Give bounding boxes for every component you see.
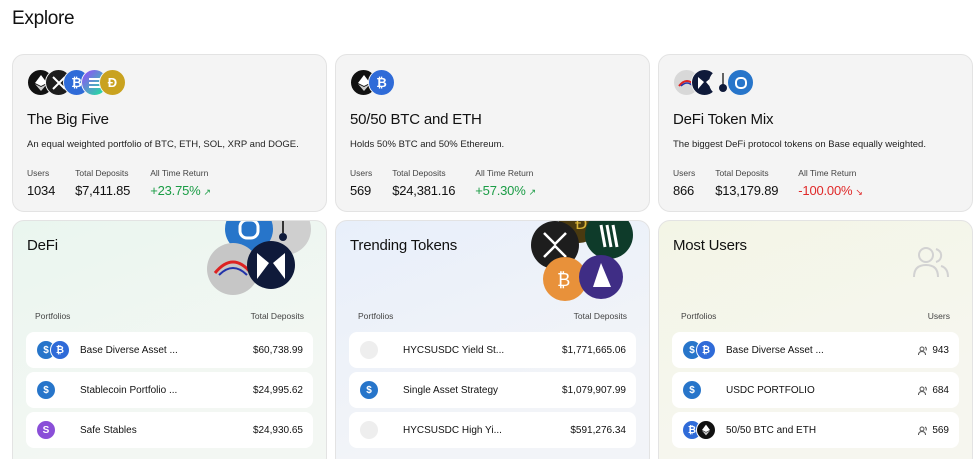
doge-icon: Ð bbox=[99, 69, 126, 96]
column-header-users: Users bbox=[927, 311, 950, 321]
users-group-icon bbox=[913, 247, 949, 278]
portfolio-name: Base Diverse Asset ... bbox=[726, 344, 824, 356]
users-icon bbox=[918, 426, 928, 435]
usdc-icon: $ bbox=[682, 380, 702, 400]
portfolio-name: 50/50 BTC and ETH bbox=[726, 424, 817, 436]
placeholder-token-icon bbox=[359, 420, 379, 440]
trend-up-icon: ↗ bbox=[203, 187, 212, 197]
token-icons: ₿ bbox=[350, 69, 395, 97]
card-title: 50/50 BTC and ETH bbox=[350, 111, 482, 128]
portfolio-card-big-five[interactable]: ₿ Ð The Big Five An equal weighted portf… bbox=[12, 54, 327, 212]
column-header-portfolios: Portfolios bbox=[681, 311, 717, 321]
users-icon bbox=[918, 346, 928, 355]
svg-text:₿: ₿ bbox=[557, 270, 570, 291]
deposit-value: $1,079,907.99 bbox=[562, 384, 626, 396]
category-card-most-users[interactable]: Most Users Portfolios Users $ ₿ Base Dive… bbox=[658, 220, 973, 459]
card-stats: Users 569 Total Deposits $24,381.16 All Ti… bbox=[350, 168, 556, 198]
portfolio-card-btc-eth[interactable]: ₿ 50/50 BTC and ETH Holds 50% BTC and 50… bbox=[335, 54, 650, 212]
return-value: +23.75% bbox=[150, 183, 201, 198]
category-title: Trending Tokens bbox=[350, 237, 458, 254]
portfolio-name: Base Diverse Asset ... bbox=[80, 344, 178, 356]
portfolio-name: USDC PORTFOLIO bbox=[726, 384, 815, 396]
token-icons: ₿ Ð bbox=[27, 69, 126, 97]
btc-icon: ₿ bbox=[696, 340, 716, 360]
deposits-label: Total Deposits bbox=[392, 168, 446, 178]
usdc-icon: $ bbox=[36, 380, 56, 400]
usdc-icon: $ bbox=[359, 380, 379, 400]
portfolio-name: Stablecoin Portfolio ... bbox=[80, 384, 178, 396]
list-item[interactable]: $ Stablecoin Portfolio ... $24,995.62 bbox=[26, 372, 313, 408]
category-card-trending[interactable]: Trending Tokens Ð ₿ Portfolios Total Dep… bbox=[335, 220, 650, 459]
defi-token-art bbox=[207, 221, 311, 295]
page-title: Explore bbox=[12, 8, 75, 29]
return-label: All Time Return bbox=[798, 168, 857, 178]
list-item[interactable]: S Safe Stables $24,930.65 bbox=[26, 412, 313, 448]
deposit-value: $1,771,665.06 bbox=[562, 344, 626, 356]
deposit-value: $60,738.99 bbox=[252, 344, 303, 356]
stable-token-icon: S bbox=[36, 420, 56, 440]
card-description: An equal weighted portfolio of BTC, ETH,… bbox=[27, 139, 299, 150]
card-stats: Users 866 Total Deposits $13,179.89 All Ti… bbox=[673, 168, 883, 198]
users-count: 684 bbox=[932, 384, 949, 396]
column-header-portfolios: Portfolios bbox=[358, 311, 394, 321]
list-item[interactable]: $ ₿ Base Diverse Asset ... $60,738.99 bbox=[26, 332, 313, 368]
card-stats: Users 1034 Total Deposits $7,411.85 All Ti… bbox=[27, 168, 231, 198]
users-label: Users bbox=[350, 168, 373, 178]
portfolio-card-defi-mix[interactable]: DeFi Token Mix The biggest DeFi protocol… bbox=[658, 54, 973, 212]
portfolio-name: Safe Stables bbox=[80, 424, 137, 436]
users-label: Users bbox=[27, 168, 50, 178]
users-label: Users bbox=[673, 168, 696, 178]
card-title: DeFi Token Mix bbox=[673, 111, 774, 128]
deposit-value: $24,995.62 bbox=[252, 384, 303, 396]
category-card-defi[interactable]: DeFi Portfolios Total Deposits $ ₿ Base D… bbox=[12, 220, 327, 459]
portfolio-name: Single Asset Strategy bbox=[403, 384, 499, 396]
column-header-portfolios: Portfolios bbox=[35, 311, 71, 321]
list-item[interactable]: $ ₿ Base Diverse Asset ... 943 bbox=[672, 332, 959, 368]
deposit-value: $24,930.65 bbox=[252, 424, 303, 436]
return-label: All Time Return bbox=[475, 168, 534, 178]
spectra-icon bbox=[727, 69, 754, 96]
trending-token-art: Ð ₿ bbox=[531, 221, 633, 301]
deposits-label: Total Deposits bbox=[715, 168, 769, 178]
users-count: 569 bbox=[932, 424, 949, 436]
category-title: Most Users bbox=[673, 237, 747, 254]
list-item[interactable]: HYCSUSDC Yield St... $1,771,665.06 bbox=[349, 332, 636, 368]
portfolio-name: HYCSUSDC High Yi... bbox=[403, 424, 502, 436]
users-count: 943 bbox=[932, 344, 949, 356]
list-item[interactable]: $ USDC PORTFOLIO 684 bbox=[672, 372, 959, 408]
btc-icon: ₿ bbox=[368, 69, 395, 96]
list-item[interactable]: $ Single Asset Strategy $1,079,907.99 bbox=[349, 372, 636, 408]
deposit-value: $591,276.34 bbox=[570, 424, 626, 436]
placeholder-token-icon bbox=[359, 340, 379, 360]
users-value: 866 bbox=[673, 183, 695, 198]
card-description: Holds 50% BTC and 50% Ethereum. bbox=[350, 139, 505, 150]
list-item[interactable]: HYCSUSDC High Yi... $591,276.34 bbox=[349, 412, 636, 448]
users-icon bbox=[918, 386, 928, 395]
trend-up-icon: ↗ bbox=[528, 187, 537, 197]
deposits-label: Total Deposits bbox=[75, 168, 129, 178]
portfolio-name: HYCSUSDC Yield St... bbox=[403, 344, 505, 356]
list-item[interactable]: ₿ 50/50 BTC and ETH 569 bbox=[672, 412, 959, 448]
users-value: 569 bbox=[350, 183, 372, 198]
eth-icon bbox=[696, 420, 716, 440]
card-description: The biggest DeFi protocol tokens on Base… bbox=[673, 139, 926, 150]
return-label: All Time Return bbox=[150, 168, 209, 178]
column-header-deposits: Total Deposits bbox=[250, 311, 304, 321]
trend-down-icon: ↘ bbox=[855, 187, 863, 197]
deposits-value: $13,179.89 bbox=[715, 183, 779, 198]
users-value: 1034 bbox=[27, 183, 56, 198]
return-value: -100.00% bbox=[798, 183, 853, 198]
card-title: The Big Five bbox=[27, 111, 109, 128]
return-value: +57.30% bbox=[475, 183, 526, 198]
btc-icon: ₿ bbox=[50, 340, 70, 360]
token-icons bbox=[673, 69, 754, 97]
deposits-value: $7,411.85 bbox=[75, 183, 131, 198]
category-title: DeFi bbox=[27, 237, 58, 254]
column-header-deposits: Total Deposits bbox=[573, 311, 627, 321]
deposits-value: $24,381.16 bbox=[392, 183, 456, 198]
